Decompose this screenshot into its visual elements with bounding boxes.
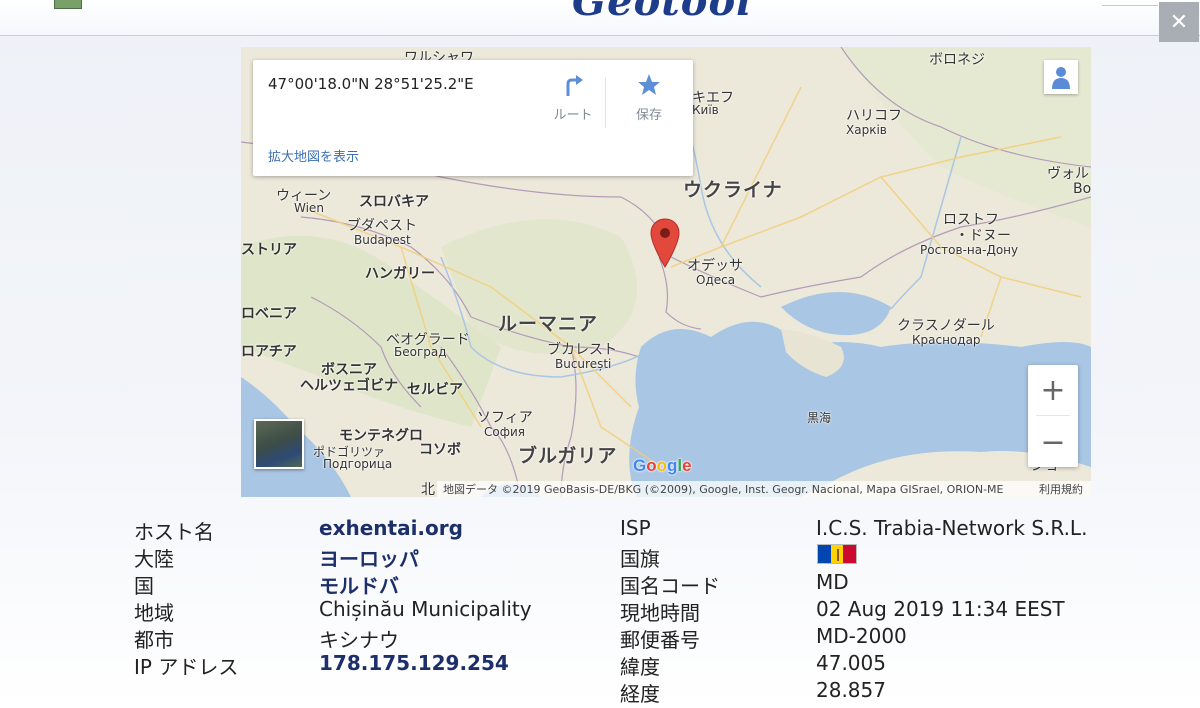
close-button[interactable]: ✕	[1159, 2, 1199, 42]
label-belgrade-local: Београд	[394, 345, 447, 359]
map-view[interactable]: ワルシャワ ボロネジ キエフ Київ ハリコフ Харків ヴォル Во ウ…	[241, 47, 1091, 497]
label-odessa: オデッサ	[687, 258, 743, 274]
label-budapest: ブダペスト	[347, 218, 417, 234]
label-volgograd: ヴォル	[1047, 166, 1089, 182]
label-slovenia: ロベニア	[241, 306, 297, 322]
route-icon	[566, 75, 583, 96]
latitude-label: 緯度	[620, 655, 660, 679]
label-kharkiv: ハリコフ	[846, 108, 902, 124]
longitude-label: 経度	[620, 682, 660, 706]
ip-address-value[interactable]: 178.175.129.254	[319, 651, 509, 675]
moldova-flag-icon	[817, 544, 857, 564]
street-view-button[interactable]	[1044, 60, 1078, 94]
label-black-sea: 黒海	[807, 411, 832, 425]
label-sofia: ソフィア	[477, 410, 533, 426]
postal-code-value: MD-2000	[816, 624, 907, 648]
view-larger-map-link[interactable]: 拡大地図を表示	[268, 146, 359, 165]
country-code-label: 国名コード	[620, 574, 720, 598]
label-bucharest-local: București	[555, 357, 612, 371]
google-logo: Google	[633, 456, 692, 476]
flag-stripe	[818, 545, 831, 563]
local-time-value: 02 Aug 2019 11:34 EEST	[816, 597, 1065, 621]
label-kharkiv-local: Харків	[846, 123, 887, 137]
hostname-label: ホスト名	[134, 520, 214, 544]
location-info-card: 47°00'18.0"N 28°51'25.2"E ルート 保存 拡大地図を表示	[253, 60, 693, 176]
title-bar: Geotool	[0, 0, 1200, 36]
region-value: Chișinău Municipality	[319, 597, 532, 621]
label-volgograd-local: Во	[1073, 181, 1091, 197]
latitude-value: 47.005	[816, 651, 886, 675]
label-rostov-local: Ростов-на-Дону	[920, 243, 1019, 257]
label-krasnodar-local: Краснодар	[912, 333, 981, 347]
label-ukraine: ウクライナ	[683, 179, 783, 201]
location-pin-icon[interactable]	[649, 217, 681, 269]
continent-value[interactable]: ヨーロッパ	[319, 543, 419, 572]
google-logo-letter: g	[667, 456, 678, 475]
google-logo-letter: G	[633, 456, 647, 475]
route-label: ルート	[553, 108, 593, 123]
city-value: キシナウ	[319, 628, 399, 652]
label-podgorica-local: Подгорица	[323, 457, 393, 471]
country-code-value: MD	[816, 570, 849, 594]
top-divider	[1102, 0, 1158, 6]
label-vienna-local: Wien	[294, 201, 324, 215]
label-bulgaria: ブルガリア	[518, 445, 618, 467]
terms-link[interactable]: 利用規約	[1039, 481, 1083, 497]
save-button[interactable]: 保存	[619, 72, 679, 123]
flag-stripe	[830, 545, 844, 563]
local-time-label: 現地時間	[620, 601, 700, 625]
longitude-value: 28.857	[816, 678, 886, 702]
label-odessa-local: Одеса	[696, 273, 736, 287]
map-attribution: 地図データ ©2019 GeoBasis-DE/BKG (©2009), Goo…	[437, 481, 1091, 497]
region-label: 地域	[134, 601, 174, 625]
isp-value: I.C.S. Trabia-Network S.R.L.	[816, 516, 1088, 540]
label-krasnodar: クラスノダール	[897, 318, 995, 334]
label-voronezh: ボロネジ	[929, 52, 985, 68]
continent-label: 大陸	[134, 547, 174, 571]
hostname-value[interactable]: exhentai.org	[319, 516, 463, 540]
label-budapest-local: Budapest	[354, 233, 411, 247]
close-icon: ✕	[1169, 9, 1189, 35]
google-logo-letter: o	[656, 456, 668, 475]
flag-stripe	[843, 545, 857, 563]
satellite-view-toggle[interactable]	[254, 419, 304, 469]
pegman-icon	[1052, 67, 1070, 89]
zoom-in-button[interactable]: +	[1028, 365, 1078, 415]
label-romania: ルーマニア	[498, 313, 599, 335]
route-button[interactable]: ルート	[543, 72, 603, 123]
label-montenegro: モンテネグロ	[339, 428, 423, 444]
google-logo-letter: e	[682, 456, 692, 475]
label-croatia: ロアチア	[241, 344, 297, 360]
attribution-text: 地図データ ©2019 GeoBasis-DE/BKG (©2009), Goo…	[443, 483, 1004, 496]
label-kiev-local: Київ	[692, 103, 719, 117]
label-bosnia-2: ヘルツェゴビナ	[300, 378, 398, 394]
label-hungary: ハンガリー	[365, 266, 435, 282]
label-rostov-2: ・ドヌー	[955, 228, 1011, 244]
label-north: 北	[421, 482, 435, 497]
save-label: 保存	[635, 108, 662, 123]
label-serbia: セルビア	[407, 382, 463, 398]
flag-label: 国旗	[620, 547, 660, 571]
isp-label: ISP	[620, 516, 651, 540]
label-sofia-local: София	[484, 425, 525, 439]
city-label: 都市	[134, 628, 174, 652]
country-value[interactable]: モルドバ	[319, 570, 399, 599]
brand-logo-text: Geotool	[572, 0, 753, 25]
label-slovakia: スロバキア	[359, 194, 429, 210]
app-icon	[54, 0, 82, 9]
country-label: 国	[134, 574, 154, 598]
star-icon	[638, 74, 660, 95]
label-kosovo: コソボ	[419, 442, 461, 458]
zoom-separator	[1036, 415, 1070, 416]
label-austria: ストリア	[241, 242, 297, 258]
zoom-out-button[interactable]: −	[1028, 417, 1078, 467]
google-logo-letter: o	[646, 456, 657, 475]
label-bucharest: ブカレスト	[547, 342, 617, 358]
zoom-control: + −	[1028, 365, 1078, 467]
flag-emblem	[836, 549, 839, 561]
coordinates-text: 47°00'18.0"N 28°51'25.2"E	[268, 75, 474, 93]
postal-code-label: 郵便番号	[620, 628, 700, 652]
card-divider	[605, 78, 606, 128]
ip-address-label: IP アドレス	[134, 655, 239, 679]
